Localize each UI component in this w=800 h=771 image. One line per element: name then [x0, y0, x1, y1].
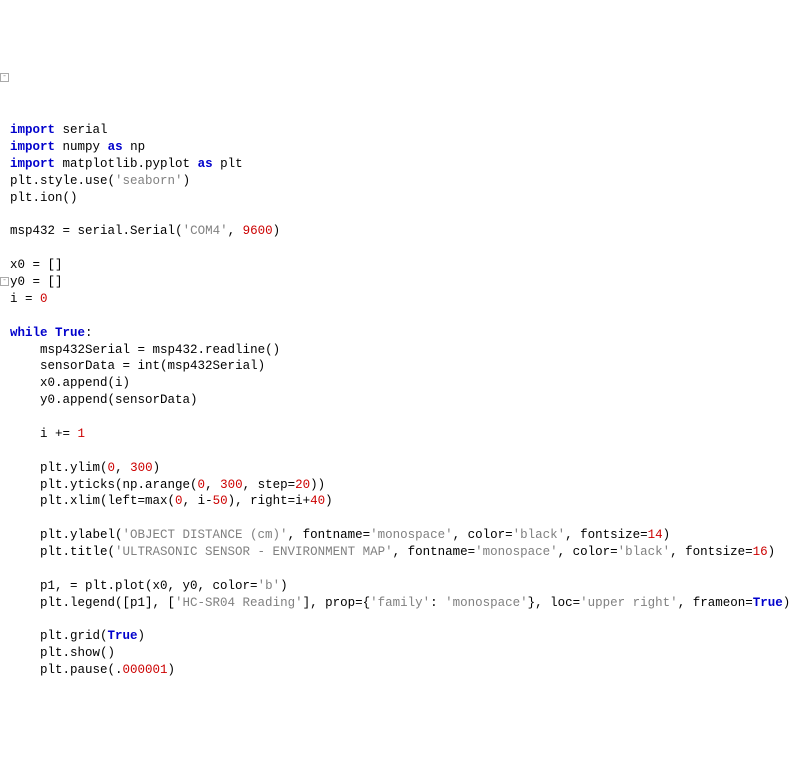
code-content: import serial import numpy as np import … [10, 123, 790, 677]
kw-import: import [10, 123, 55, 137]
fold-handle-top[interactable]: - [0, 73, 9, 82]
code-editor: - - import serial import numpy as np imp… [0, 68, 800, 688]
fold-handle-while[interactable]: - [0, 277, 9, 286]
